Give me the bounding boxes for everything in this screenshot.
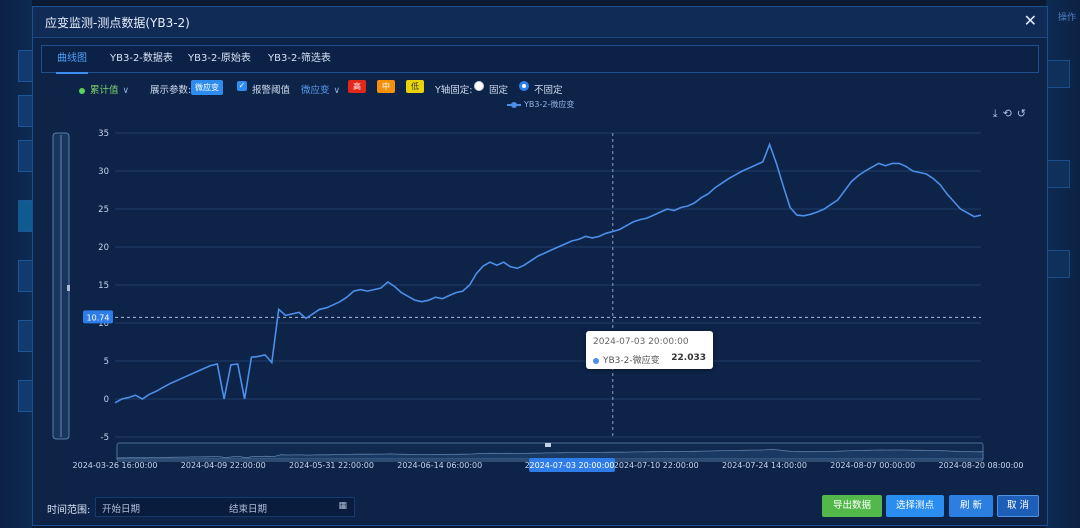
tooltip-series-row: YB3-2-微应变 bbox=[593, 353, 660, 366]
x-tick-label: 2024-07-24 14:00:00 bbox=[722, 461, 807, 470]
refresh-button[interactable]: 刷 新 bbox=[949, 495, 993, 517]
x-tick-label: 2024-06-14 06:00:00 bbox=[397, 461, 482, 470]
bg-block bbox=[1046, 250, 1070, 278]
time-range-label: 时间范围: bbox=[47, 505, 91, 516]
y-tick-label: 20 bbox=[98, 243, 109, 253]
calendar-icon[interactable]: ▦ bbox=[338, 501, 347, 511]
y-tick-label: 15 bbox=[98, 281, 109, 291]
cancel-button[interactable]: 取 消 bbox=[997, 495, 1039, 517]
export-data-button[interactable]: 导出数据 bbox=[822, 495, 882, 517]
x-tick-label: 2024-08-07 00:00:00 bbox=[830, 461, 915, 470]
tooltip-value: 22.033 bbox=[671, 353, 706, 363]
background-left-panel bbox=[0, 0, 34, 528]
point-data-dialog: 应变监测-测点数据(YB3-2) ✕ 曲线图 YB3-2-数据表 YB3-2-原… bbox=[32, 6, 1048, 526]
x-tick-label: 2024-08-20 08:00:00 bbox=[939, 461, 1024, 470]
series-line-yb3-2 bbox=[114, 142, 982, 404]
y-tick-label: 25 bbox=[98, 205, 109, 215]
crosshair-x-label: 2024-07-03 20:00:00 bbox=[530, 461, 615, 470]
bg-action-label: 操作 bbox=[1057, 13, 1076, 23]
x-tick-label: 2024-04-09 22:00:00 bbox=[181, 461, 266, 470]
y-zoom-handle[interactable] bbox=[67, 285, 70, 291]
tooltip-time: 2024-07-03 20:00:00 bbox=[593, 337, 689, 347]
x-tick-label: 2024-05-31 22:00:00 bbox=[289, 461, 374, 470]
y-tick-label: 5 bbox=[104, 357, 109, 367]
x-tick-label: 2024-03-26 16:00:00 bbox=[73, 461, 158, 470]
threshold-label: 10.74 bbox=[87, 313, 110, 322]
tooltip-series-name: YB3-2-微应变 bbox=[603, 356, 660, 366]
y-tick-label: 30 bbox=[98, 167, 109, 177]
y-tick-label: 0 bbox=[104, 395, 109, 405]
chart-tooltip: 2024-07-03 20:00:00 YB3-2-微应变 22.033 bbox=[586, 331, 713, 369]
background-right-panel: 操作 bbox=[1046, 0, 1080, 528]
end-date-input[interactable]: 结束日期 bbox=[229, 501, 267, 515]
x-zoom-handle[interactable] bbox=[545, 443, 551, 447]
bg-block bbox=[1046, 160, 1070, 188]
chart-grid bbox=[115, 132, 981, 438]
y-tick-label: 35 bbox=[98, 129, 109, 139]
start-date-input[interactable]: 开始日期 bbox=[102, 501, 140, 515]
y-tick-label: -5 bbox=[101, 433, 109, 443]
series-dot-icon bbox=[593, 357, 599, 364]
y-axis: -505101520253035 bbox=[98, 129, 109, 443]
bg-block bbox=[1046, 60, 1070, 88]
x-tick-label: 2024-07-10 22:00:00 bbox=[614, 461, 699, 470]
date-range-picker[interactable]: 开始日期 结束日期 ▦ bbox=[95, 497, 355, 517]
select-point-button[interactable]: 选择测点 bbox=[886, 495, 944, 517]
line-chart[interactable]: -505101520253035 2024-03-26 16:00:00 2024… bbox=[33, 7, 1049, 487]
